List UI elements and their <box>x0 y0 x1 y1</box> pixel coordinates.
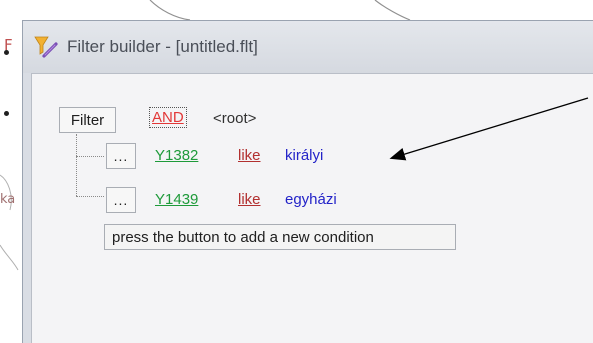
group-operator-link[interactable]: AND <box>149 107 187 128</box>
add-condition-button[interactable]: press the button to add a new condition <box>104 224 456 250</box>
tree-connector <box>76 134 77 196</box>
condition-field-link[interactable]: Y1382 <box>155 147 198 164</box>
filter-tree-panel: Filter AND <root> ... Y1382 like királyi… <box>31 73 593 343</box>
filter-funnel-icon <box>34 36 58 58</box>
filter-root-button[interactable]: Filter <box>59 107 116 133</box>
window-title: Filter builder - [untitled.flt] <box>67 37 258 56</box>
title-bar[interactable]: Filter builder - [untitled.flt] <box>23 21 593 73</box>
tree-connector <box>76 196 104 197</box>
background-map-dot <box>4 111 9 116</box>
root-label: <root> <box>213 110 257 127</box>
filter-builder-window: Filter builder - [untitled.flt] Filter A… <box>22 20 593 343</box>
condition-menu-button[interactable]: ... <box>106 143 136 169</box>
condition-value-link[interactable]: egyházi <box>285 191 337 208</box>
condition-value-link[interactable]: királyi <box>285 147 323 164</box>
condition-operator-link[interactable]: like <box>238 147 261 164</box>
condition-menu-button[interactable]: ... <box>106 187 136 213</box>
background-map-label: ka <box>0 192 16 207</box>
background-map-dot <box>4 50 9 55</box>
condition-operator-link[interactable]: like <box>238 191 261 208</box>
condition-field-link[interactable]: Y1439 <box>155 191 198 208</box>
tree-connector <box>76 156 104 157</box>
